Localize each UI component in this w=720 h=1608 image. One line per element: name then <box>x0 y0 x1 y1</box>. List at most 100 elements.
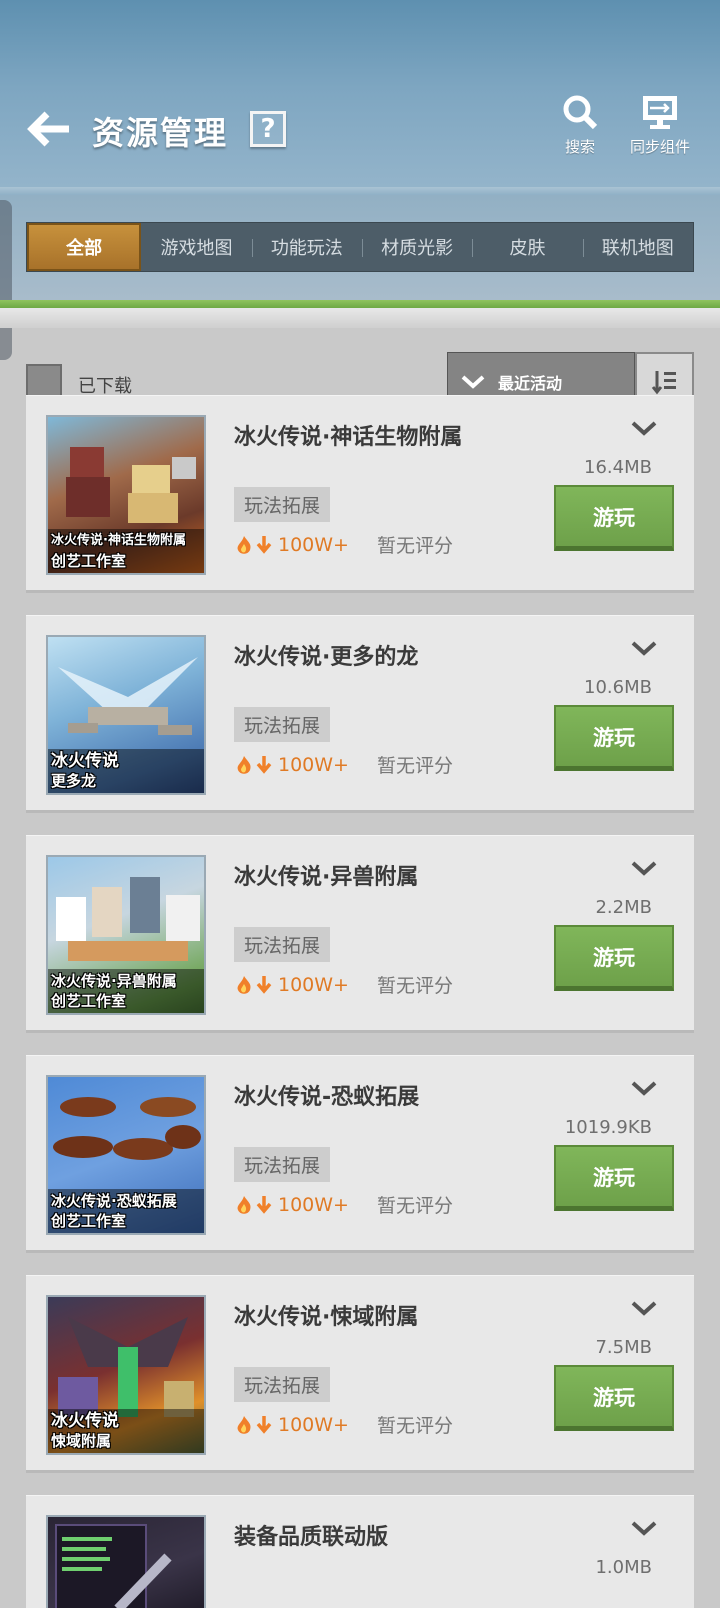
hot-download-icon <box>237 1195 272 1214</box>
thumbnail-caption-line: 更多龙 <box>51 772 97 790</box>
sync-components-button[interactable]: 同步组件 <box>620 90 700 160</box>
expand-button[interactable] <box>628 1293 660 1325</box>
download-count: 100W+ <box>278 1413 349 1436</box>
tab-skins[interactable]: 皮肤 <box>472 223 582 271</box>
resource-tag: 玩法拓展 <box>234 1147 331 1182</box>
tab-game-maps[interactable]: 游戏地图 <box>141 223 251 271</box>
search-icon <box>563 95 598 130</box>
play-button[interactable]: 游玩 <box>554 925 674 991</box>
resource-card[interactable]: 冰火传说·恐蚁拓展 创艺工作室 冰火传说-恐蚁拓展 1019.9KB 玩法拓展 … <box>26 1055 694 1253</box>
search-label: 搜索 <box>564 138 595 156</box>
resource-title: 冰火传说·异兽附属 <box>234 865 419 890</box>
resource-thumbnail: 冰火传说·恐蚁拓展 创艺工作室 <box>46 1075 206 1235</box>
resource-stats: 100W+ 暂无评分 <box>234 971 453 998</box>
thumbnail-caption-line: 冰火传说·神话生物附属 <box>51 533 186 548</box>
back-button[interactable] <box>24 104 74 154</box>
divider-stripe <box>0 300 720 308</box>
tab-textures-shaders[interactable]: 材质光影 <box>361 223 472 271</box>
resource-thumbnail: 冰火传说 更多龙 <box>46 635 206 795</box>
side-drawer-handle[interactable] <box>0 200 12 360</box>
resource-size: 2.2MB <box>595 897 652 918</box>
play-button[interactable]: 游玩 <box>554 705 674 771</box>
tab-multiplayer-maps[interactable]: 联机地图 <box>582 223 693 271</box>
hot-download-icon <box>237 535 272 554</box>
thumbnail-caption-line: 创艺工作室 <box>51 992 127 1010</box>
sync-monitor-icon <box>643 96 677 129</box>
thumbnail-caption: 冰火传说·神话生物附属 创艺工作室 <box>48 529 204 573</box>
download-count: 100W+ <box>278 973 349 996</box>
download-count: 100W+ <box>278 753 349 776</box>
thumbnail-caption-line: 悚域附属 <box>51 1432 112 1450</box>
sort-label: 最近活动 <box>498 374 563 393</box>
expand-button[interactable] <box>628 853 660 885</box>
resource-thumbnail: 冰火传说·神话生物附属 创艺工作室 <box>46 415 206 575</box>
play-button[interactable]: 游玩 <box>554 485 674 551</box>
thumbnail-caption-line: 创艺工作室 <box>51 552 127 570</box>
resource-title: 冰火传说·更多的龙 <box>234 645 419 670</box>
app-header: 资源管理 ? 搜索 同步组件 <box>0 0 720 195</box>
arrow-left-icon <box>27 111 69 147</box>
resource-size: 16.4MB <box>584 457 652 478</box>
download-count: 100W+ <box>278 533 349 556</box>
thumbnail-caption-line: 冰火传说·异兽附属 <box>51 972 177 990</box>
rating-text: 暂无评分 <box>376 975 453 997</box>
chevron-down-icon <box>631 1301 657 1316</box>
divider-shadow <box>0 308 720 328</box>
sync-label: 同步组件 <box>629 138 690 156</box>
resource-tag: 玩法拓展 <box>234 1367 331 1402</box>
tab-gameplay[interactable]: 功能玩法 <box>251 223 362 271</box>
category-tabs: 全部 游戏地图 功能玩法 材质光影 皮肤 联机地图 <box>26 222 694 272</box>
download-count: 100W+ <box>278 1193 349 1216</box>
thumbnail-caption-line: 创艺工作室 <box>51 1212 127 1230</box>
hot-download-icon <box>237 975 272 994</box>
expand-button[interactable] <box>628 1073 660 1105</box>
expand-button[interactable] <box>628 413 660 445</box>
page-title: 资源管理 <box>92 114 229 152</box>
resource-card[interactable]: 装备品质联动版 1.0MB <box>26 1495 694 1608</box>
thumbnail-caption: 冰火传说 悚域附属 <box>48 1409 204 1453</box>
resource-stats: 100W+ 暂无评分 <box>234 1411 453 1438</box>
thumbnail-caption: 冰火传说·恐蚁拓展 创艺工作室 <box>48 1189 204 1233</box>
resource-size: 7.5MB <box>595 1337 652 1358</box>
expand-button[interactable] <box>628 1513 660 1545</box>
tab-all[interactable]: 全部 <box>27 223 142 271</box>
chevron-down-icon <box>631 1081 657 1096</box>
resource-tag: 玩法拓展 <box>234 707 331 742</box>
chevron-down-icon <box>631 421 657 436</box>
search-button[interactable]: 搜索 <box>540 90 620 160</box>
resource-card[interactable]: 冰火传说 悚域附属 冰火传说·悚域附属 7.5MB 玩法拓展 100W+ 暂无评… <box>26 1275 694 1473</box>
resource-stats: 100W+ 暂无评分 <box>234 1191 453 1218</box>
resource-title: 装备品质联动版 <box>234 1525 389 1550</box>
resource-tag: 玩法拓展 <box>234 927 331 962</box>
rating-text: 暂无评分 <box>376 1195 453 1217</box>
resource-stats: 100W+ 暂无评分 <box>234 751 453 778</box>
resource-size: 1.0MB <box>595 1557 652 1578</box>
resource-thumbnail: 冰火传说·异兽附属 创艺工作室 <box>46 855 206 1015</box>
resource-tag: 玩法拓展 <box>234 487 331 522</box>
hot-download-icon <box>237 1415 272 1434</box>
resource-size: 10.6MB <box>584 677 652 698</box>
resource-card[interactable]: 冰火传说 更多龙 冰火传说·更多的龙 10.6MB 玩法拓展 100W+ 暂无评… <box>26 615 694 813</box>
resource-title: 冰火传说·悚域附属 <box>234 1305 419 1330</box>
play-button[interactable]: 游玩 <box>554 1365 674 1431</box>
rating-text: 暂无评分 <box>376 535 453 557</box>
resource-size: 1019.9KB <box>564 1117 652 1138</box>
resource-card[interactable]: 冰火传说·神话生物附属 创艺工作室 冰火传说·神话生物附属 16.4MB 玩法拓… <box>26 395 694 593</box>
rating-text: 暂无评分 <box>376 1415 453 1437</box>
thumbnail-caption-line: 冰火传说·恐蚁拓展 <box>51 1192 177 1210</box>
rating-text: 暂无评分 <box>376 755 453 777</box>
expand-button[interactable] <box>628 633 660 665</box>
resource-title: 冰火传说·神话生物附属 <box>234 425 463 450</box>
chevron-down-icon <box>631 861 657 876</box>
sword-artwork <box>55 1524 172 1608</box>
sort-order-icon <box>651 371 676 395</box>
resource-thumbnail <box>46 1515 206 1608</box>
play-button[interactable]: 游玩 <box>554 1145 674 1211</box>
chevron-down-icon <box>631 641 657 656</box>
chevron-down-icon <box>461 375 485 389</box>
chevron-down-icon <box>631 1521 657 1536</box>
thumbnail-caption-line: 冰火传说 <box>51 751 119 771</box>
resource-title: 冰火传说-恐蚁拓展 <box>234 1085 420 1110</box>
help-button[interactable]: ? <box>250 111 286 147</box>
resource-card[interactable]: 冰火传说·异兽附属 创艺工作室 冰火传说·异兽附属 2.2MB 玩法拓展 100… <box>26 835 694 1033</box>
